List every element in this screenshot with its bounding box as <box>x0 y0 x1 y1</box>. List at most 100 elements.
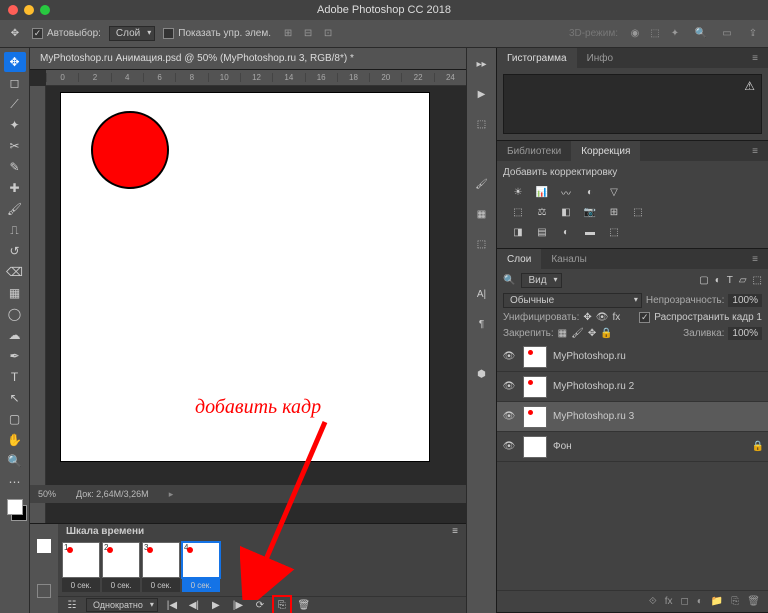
unify-visibility-icon[interactable]: 👁 <box>596 312 609 323</box>
layer-thumbnail[interactable] <box>523 346 547 368</box>
tab-adjustments[interactable]: Коррекция <box>571 141 640 161</box>
brush-panel-icon[interactable]: 🖌 <box>472 174 492 194</box>
lock-all-icon[interactable]: 🔒 <box>600 328 612 339</box>
bw-icon[interactable]: ◧ <box>557 204 575 220</box>
hand-tool[interactable]: ✋ <box>4 430 26 450</box>
unify-style-icon[interactable]: fx <box>612 312 620 323</box>
duplicate-frame-button[interactable]: ⎘ <box>274 597 290 613</box>
opacity-value[interactable]: 100% <box>728 294 762 307</box>
history-brush-tool[interactable]: ↺ <box>4 241 26 261</box>
filter-smart-icon[interactable]: ⬚ <box>753 275 762 286</box>
edit-toolbar[interactable]: ⋯ <box>4 472 26 492</box>
type-tool[interactable]: T <box>4 367 26 387</box>
delete-frame-button[interactable]: 🗑 <box>296 597 312 613</box>
dodge-tool[interactable]: ☁ <box>4 325 26 345</box>
panel-menu-icon[interactable]: ≡ <box>452 526 458 537</box>
curves-icon[interactable]: 〰 <box>557 184 575 200</box>
posterize-icon[interactable]: ▤ <box>533 224 551 240</box>
marquee-tool[interactable]: ◻ <box>4 73 26 93</box>
shape-tool[interactable]: ▢ <box>4 409 26 429</box>
delete-layer-icon[interactable]: 🗑 <box>747 596 760 607</box>
exposure-icon[interactable]: ◐ <box>581 184 599 200</box>
styles-icon[interactable]: ⬚ <box>472 234 492 254</box>
eraser-tool[interactable]: ⌫ <box>4 262 26 282</box>
channel-mixer-icon[interactable]: ⊞ <box>605 204 623 220</box>
lock-pixels-icon[interactable]: 🖌 <box>571 328 584 339</box>
workspace-menu-icon[interactable]: ▭ <box>718 25 736 43</box>
window-minimize-button[interactable] <box>24 5 34 15</box>
levels-icon[interactable]: 📊 <box>533 184 551 200</box>
stamp-tool[interactable]: ⎍ <box>4 220 26 240</box>
gradient-map-icon[interactable]: ▬ <box>581 224 599 240</box>
expand-panels-icon[interactable]: ▸▸ <box>472 54 492 74</box>
doc-size[interactable]: Док: 2,64M/3,26M <box>76 489 149 499</box>
path-selection-tool[interactable]: ↖ <box>4 388 26 408</box>
visibility-toggle[interactable]: 👁 <box>501 351 517 362</box>
convert-timeline-icon[interactable]: ☷ <box>64 597 80 613</box>
lasso-tool[interactable]: ⟋ <box>4 94 26 114</box>
magic-wand-tool[interactable]: ✦ <box>4 115 26 135</box>
new-group-icon[interactable]: 📁 <box>711 596 723 607</box>
layer-thumbnail[interactable] <box>523 376 547 398</box>
filter-shape-icon[interactable]: ▱ <box>739 275 747 286</box>
threshold-icon[interactable]: ◐ <box>557 224 575 240</box>
link-layers-icon[interactable]: ⟐ <box>649 596 657 607</box>
tab-channels[interactable]: Каналы <box>541 249 597 269</box>
autoselect-mode-dropdown[interactable]: Слой <box>109 26 155 41</box>
hue-icon[interactable]: ⬚ <box>509 204 527 220</box>
tab-info[interactable]: Инфо <box>577 48 624 68</box>
layer-item[interactable]: 👁 MyPhotoshop.ru 2 <box>497 372 768 402</box>
blur-tool[interactable]: ◯ <box>4 304 26 324</box>
layer-mask-icon[interactable]: ◻ <box>680 596 688 607</box>
next-frame-button[interactable]: |▶ <box>230 597 246 613</box>
share-icon[interactable]: ⇪ <box>744 25 762 43</box>
layer-kind-dropdown[interactable]: Вид <box>521 273 561 288</box>
panel-menu-icon[interactable]: ≡ <box>742 48 768 68</box>
new-adjustment-icon[interactable]: ◐ <box>697 596 703 607</box>
pen-tool[interactable]: ✒ <box>4 346 26 366</box>
3d-panel-icon[interactable]: ⬢ <box>472 364 492 384</box>
history-icon[interactable]: ⬚ <box>472 114 492 134</box>
warning-icon[interactable]: ⚠ <box>744 79 755 93</box>
ruler-horizontal[interactable]: 024681012141618202224 <box>46 70 466 86</box>
timeline-frame[interactable]: 1 0 сек. <box>62 542 100 592</box>
crop-tool[interactable]: ✂ <box>4 136 26 156</box>
move-tool[interactable]: ✥ <box>4 52 26 72</box>
swatches-icon[interactable]: ▦ <box>472 204 492 224</box>
propagate-checkbox[interactable]: ✓ <box>639 312 650 323</box>
3d-btn[interactable]: ✦ <box>666 25 684 43</box>
selective-color-icon[interactable]: ⬚ <box>605 224 623 240</box>
invert-icon[interactable]: ◨ <box>509 224 527 240</box>
filter-pixel-icon[interactable]: ▢ <box>699 275 708 286</box>
timeline-frame[interactable]: 2 0 сек. <box>102 542 140 592</box>
tab-libraries[interactable]: Библиотеки <box>497 141 571 161</box>
filter-type-icon[interactable]: T <box>727 275 733 286</box>
unify-position-icon[interactable]: ✥ <box>583 312 591 323</box>
document-tab[interactable]: MyPhotoshop.ru Анимация.psd @ 50% (MyPho… <box>30 48 466 70</box>
search-icon[interactable]: 🔍 <box>692 25 710 43</box>
tween-button[interactable]: ⟳ <box>252 597 268 613</box>
layer-item[interactable]: 👁 MyPhotoshop.ru 3 <box>497 402 768 432</box>
canvas[interactable] <box>60 92 430 462</box>
panel-menu-icon[interactable]: ≡ <box>742 141 768 161</box>
timeline-frame[interactable]: 3 0 сек. <box>142 542 180 592</box>
3d-btn[interactable]: ⬚ <box>646 25 664 43</box>
new-layer-icon[interactable]: ⎘ <box>731 596 739 607</box>
timeline-frame[interactable]: 4 0 сек. <box>182 542 220 592</box>
fill-value[interactable]: 100% <box>728 327 762 340</box>
autoselect-checkbox[interactable]: ✓ Автовыбор: <box>32 28 101 39</box>
play-icon[interactable]: ▶ <box>472 84 492 104</box>
visibility-toggle[interactable]: 👁 <box>501 381 517 392</box>
paragraph-panel-icon[interactable]: ¶ <box>472 314 492 334</box>
play-button[interactable]: ▶ <box>208 597 224 613</box>
color-balance-icon[interactable]: ⚖ <box>533 204 551 220</box>
tab-histogram[interactable]: Гистограмма <box>497 48 577 68</box>
layer-item[interactable]: 👁 Фон 🔒 <box>497 432 768 462</box>
window-maximize-button[interactable] <box>40 5 50 15</box>
prev-frame-button[interactable]: ◀| <box>186 597 202 613</box>
align-btn[interactable]: ⊡ <box>319 25 337 43</box>
align-btn[interactable]: ⊞ <box>279 25 297 43</box>
red-circle-shape[interactable] <box>91 111 169 189</box>
lock-position-icon[interactable]: ✥ <box>588 328 596 339</box>
gradient-tool[interactable]: ▦ <box>4 283 26 303</box>
